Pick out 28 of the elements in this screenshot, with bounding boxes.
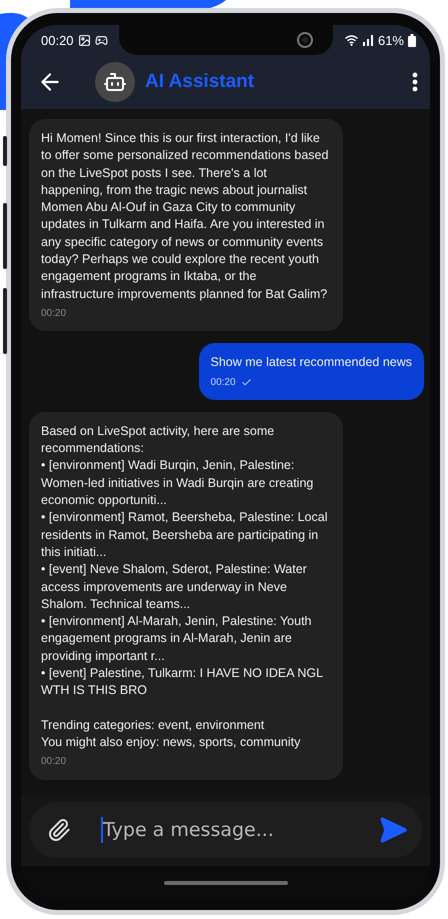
message-text: Show me latest recommended news — [210, 354, 412, 372]
message-text: Hi Momen! Since this is our first interaction, I'd like to offer some personalized recommendations based on the LiveSpot posts I see. There's a lot happening, from the tragic news about journalist Momen Abu Al-Ouf in Gaza City to community updates in Tulkarm and Haifa. Are you interested in any specific category of news or community events today? Perhaps we could explore the recent youth engagement programs in Iktaba, or the infrastructure improvements planned for Bat Galim? — [41, 130, 330, 303]
message-text: Based on LiveSpot activity, here are some recommendations: — [41, 422, 276, 458]
robot-icon — [103, 70, 127, 94]
image-icon — [78, 34, 91, 46]
message-text: Trending categories: event, environment — [41, 716, 266, 734]
wifi-icon — [344, 34, 358, 46]
message-text: You might also enjoy: news, sports, community — [41, 734, 302, 751]
menu-button[interactable] — [410, 70, 420, 94]
message-text: • [environment] Al-Marah, Jenin, Palestine: Youth engagement programs in Al-Marah, Jenin are providing important r... — [41, 613, 313, 665]
status-time: 00:20 — [41, 32, 74, 48]
message-text: • [environment] Wadi Burqin, Jenin, Palestine: Women-led initiatives in Wadi Burqin are creating economic opportuniti... — [41, 457, 314, 510]
message-time: 00:20 — [41, 755, 66, 770]
message-text: • [event] Neve Shalom, Sderot, Palestine: Water access improvements are underway in Neve Shalom. Technical teams... — [41, 561, 308, 613]
message-time: 00:20 — [41, 306, 66, 321]
message-input[interactable]: Type a message... — [29, 802, 422, 858]
message-text: • [event] Palestine, Tulkarm: I HAVE NO IDEA NGL WTH IS THIS BRO — [41, 665, 324, 700]
battery-percent: 61% — [378, 32, 404, 48]
menu-icon — [412, 72, 418, 92]
send-icon — [378, 815, 408, 845]
chat-title: AI Assistant — [145, 71, 256, 93]
battery-icon — [408, 34, 416, 46]
camera-icon — [297, 32, 313, 48]
message-time: 00:20 — [210, 376, 236, 390]
message-text: • [environment] Ramot, Beersheba, Palestine: Local residents in Ramot, Beersheba are participating in this initiati... — [41, 509, 328, 561]
gamepad-icon — [94, 34, 108, 46]
signal-icon — [362, 34, 374, 46]
paperclip-icon — [47, 818, 71, 842]
